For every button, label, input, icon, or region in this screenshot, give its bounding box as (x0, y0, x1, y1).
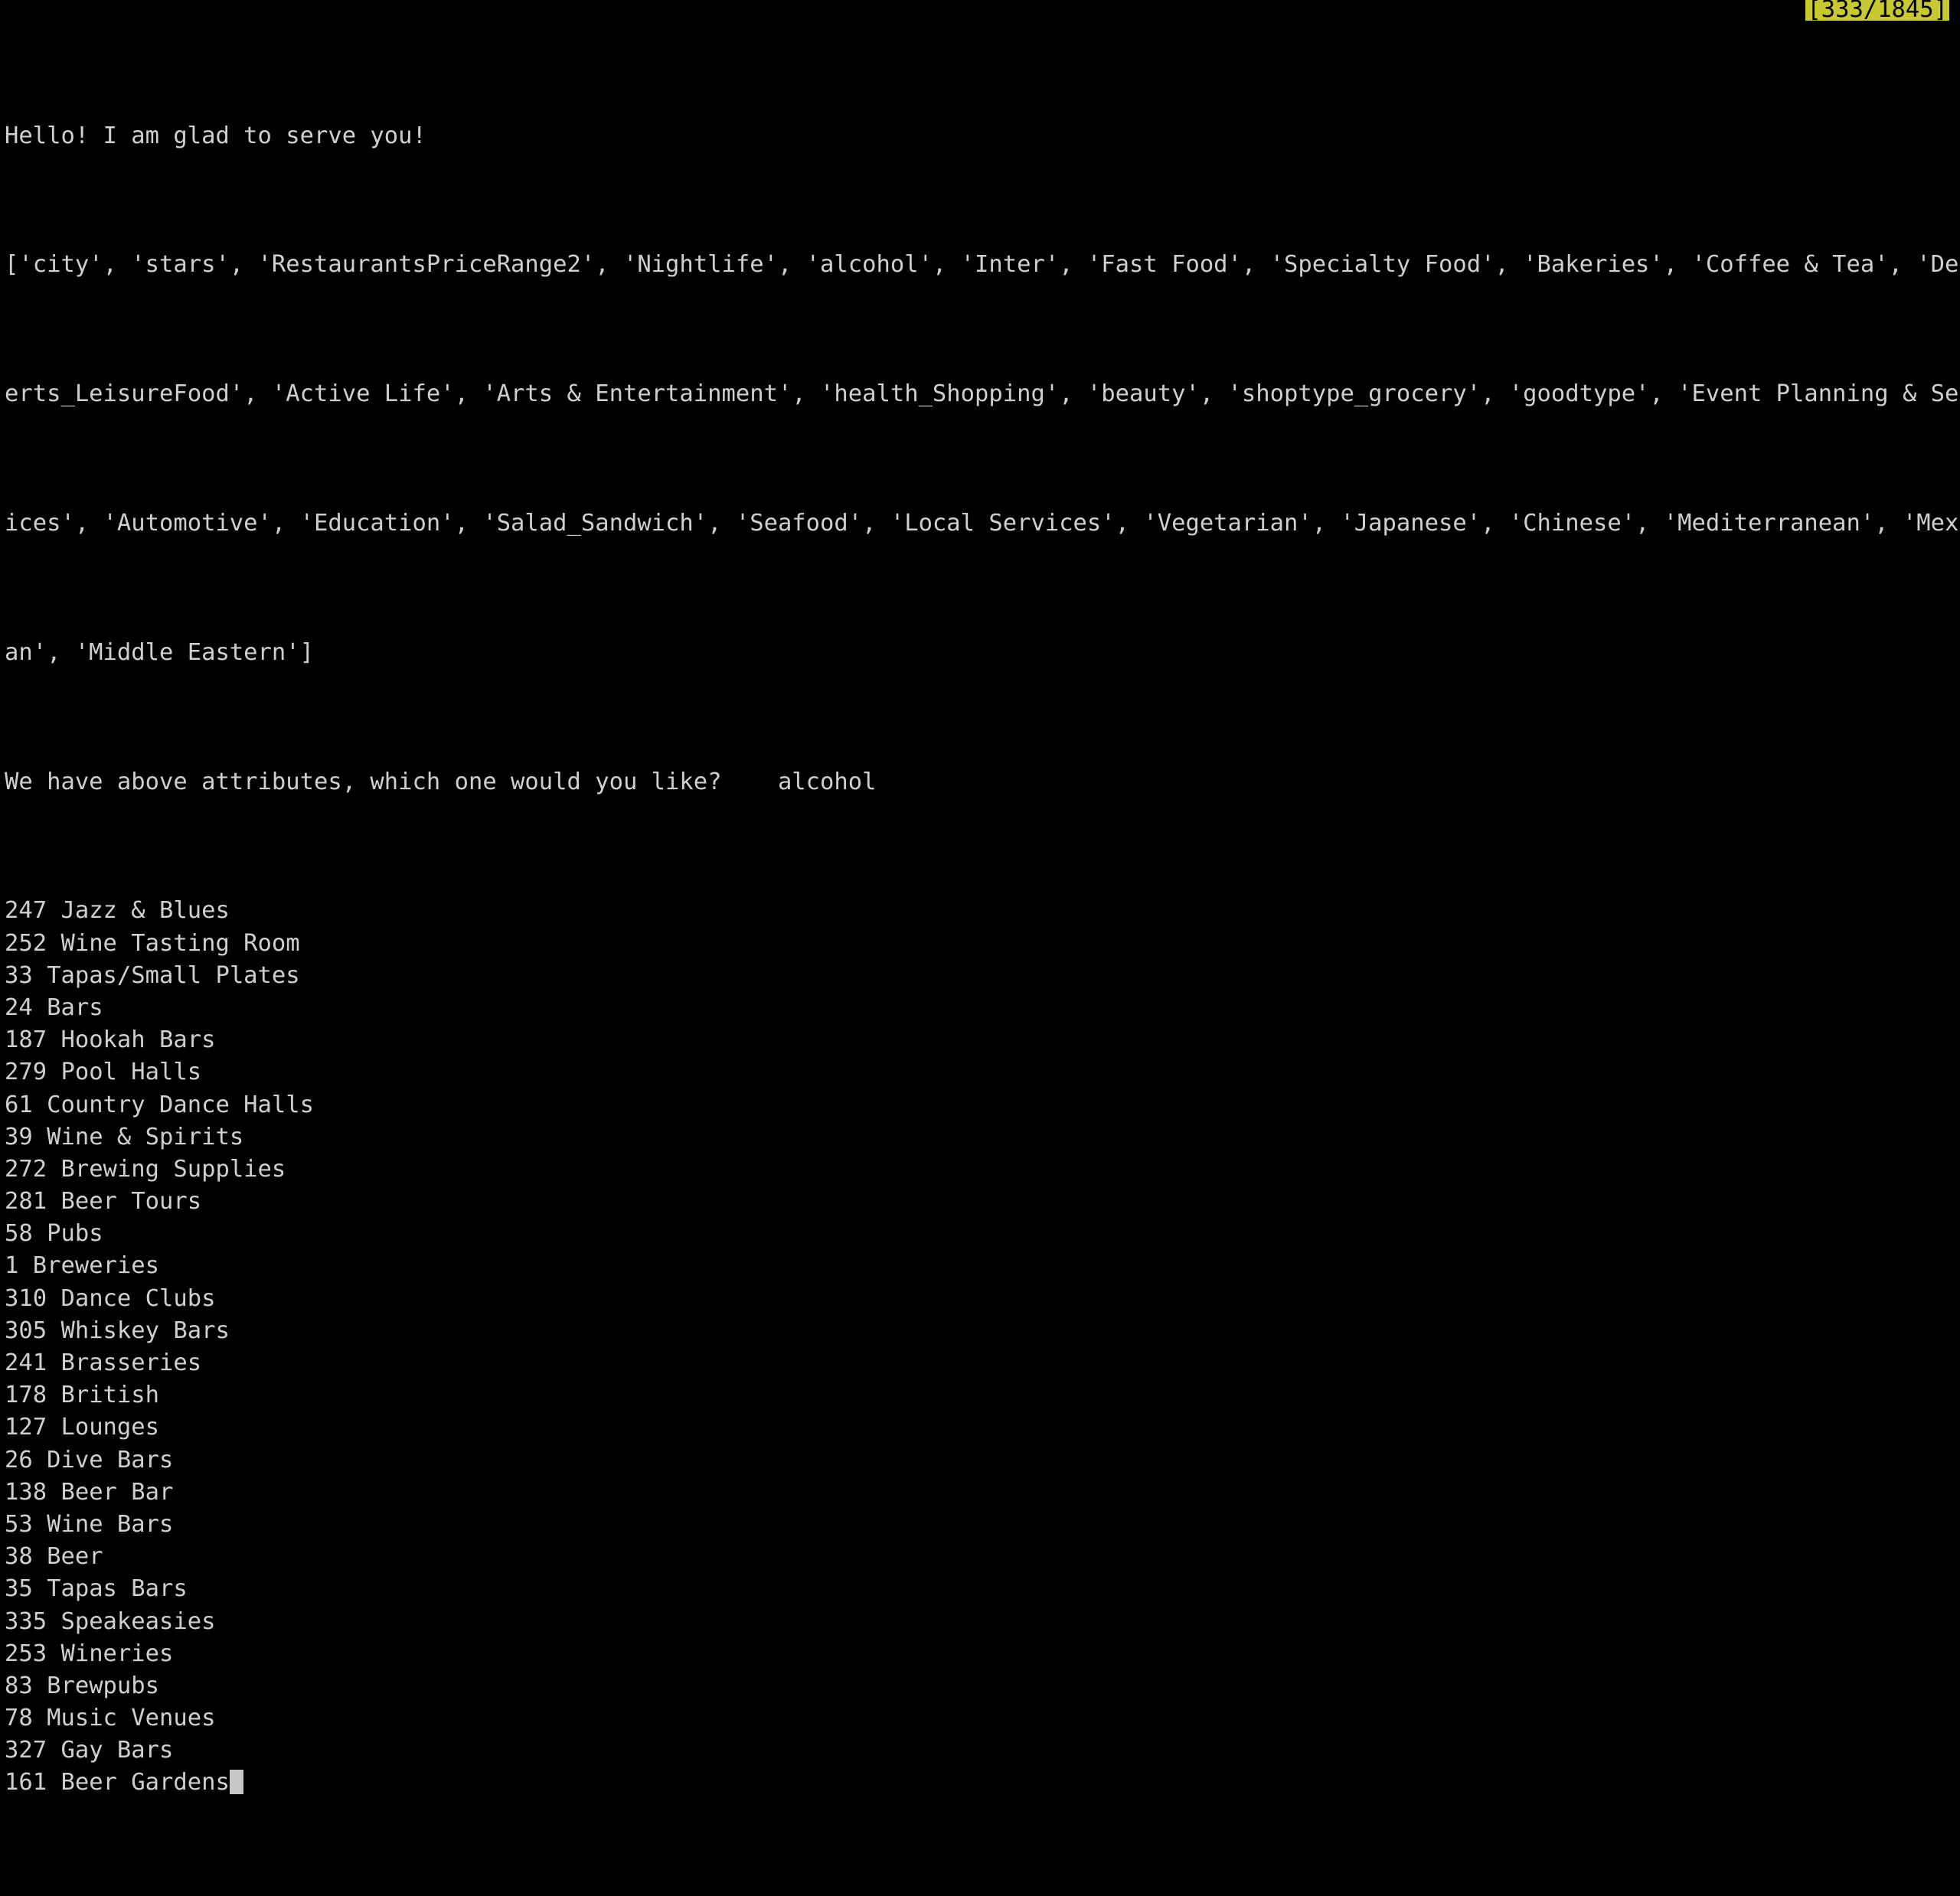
result-row: 281 Beer Tours (5, 1186, 1960, 1218)
result-id: 305 (5, 1317, 47, 1344)
result-name: Dive Bars (47, 1446, 174, 1473)
attribute-list-line-4: an', 'Middle Eastern'] (5, 638, 314, 666)
result-id: 279 (5, 1059, 47, 1086)
attribute-list-line-2: erts_LeisureFood', 'Active Life', 'Arts … (5, 380, 1960, 408)
result-id: 161 (5, 1769, 47, 1796)
result-id: 58 (5, 1220, 33, 1248)
result-row: 26 Dive Bars (5, 1444, 1960, 1477)
greeting-line: Hello! I am glad to serve you! (5, 122, 426, 149)
result-name: Hookah Bars (60, 1026, 216, 1054)
result-row: 272 Brewing Supplies (5, 1154, 1960, 1186)
result-name: Wine & Spirits (47, 1123, 244, 1150)
result-row: 247 Jazz & Blues (5, 895, 1960, 927)
result-row: 38 Beer (5, 1541, 1960, 1573)
result-id: 281 (5, 1188, 47, 1216)
result-row: 39 Wine & Spirits (5, 1121, 1960, 1154)
result-id: 83 (5, 1672, 33, 1699)
result-row: 83 Brewpubs (5, 1670, 1960, 1702)
result-name: Wine Bars (47, 1510, 174, 1538)
result-name: Music Venues (47, 1705, 216, 1732)
result-name: Speakeasies (60, 1607, 216, 1635)
result-name: Beer (47, 1543, 103, 1571)
terminal-screen[interactable]: Hello! I am glad to serve you! ['city', … (5, 23, 1960, 1896)
result-id: 39 (5, 1123, 33, 1150)
result-row: 327 Gay Bars (5, 1734, 1960, 1767)
result-row: 178 British (5, 1379, 1960, 1411)
result-id: 1 (5, 1252, 19, 1280)
result-row: 138 Beer Bar (5, 1477, 1960, 1509)
results-list: 247 Jazz & Blues 252 Wine Tasting Room 33 … (5, 895, 1960, 1799)
result-name: Lounges (60, 1414, 160, 1441)
result-id: 272 (5, 1155, 47, 1183)
result-id: 26 (5, 1446, 33, 1473)
result-name: Beer Gardens (60, 1769, 230, 1796)
result-id: 241 (5, 1349, 47, 1377)
result-name: Wineries (60, 1640, 174, 1667)
result-id: 178 (5, 1382, 47, 1409)
result-id: 61 (5, 1091, 33, 1118)
result-name: Tapas/Small Plates (47, 961, 300, 989)
result-id: 24 (5, 994, 33, 1021)
terminal-window[interactable]: [333/1845] Hello! I am glad to serve you… (0, 0, 1960, 1796)
status-badge: [333/1845] (1805, 0, 1949, 23)
result-row: 310 Dance Clubs (5, 1283, 1960, 1315)
result-id: 310 (5, 1284, 47, 1312)
result-name: Brewing Supplies (60, 1155, 286, 1183)
result-name: Brewpubs (47, 1672, 160, 1699)
attribute-list-line-3: ices', 'Automotive', 'Education', 'Salad… (5, 510, 1960, 537)
result-name: Bars (47, 994, 103, 1021)
result-name: Pubs (47, 1220, 103, 1248)
result-id: 78 (5, 1705, 33, 1732)
result-row: 78 Music Venues (5, 1702, 1960, 1734)
result-name: Dance Clubs (60, 1284, 216, 1312)
result-id: 33 (5, 961, 33, 989)
result-name: Wine Tasting Room (60, 929, 300, 957)
result-id: 327 (5, 1737, 47, 1764)
result-row: 253 Wineries (5, 1638, 1960, 1670)
result-row: 305 Whiskey Bars (5, 1315, 1960, 1347)
result-id: 53 (5, 1510, 33, 1538)
result-row: 335 Speakeasies (5, 1606, 1960, 1638)
result-id: 35 (5, 1575, 33, 1603)
result-name: Tapas Bars (47, 1575, 188, 1603)
result-name: Jazz & Blues (60, 897, 230, 925)
result-name: Pool Halls (60, 1059, 202, 1086)
text-cursor (229, 1770, 244, 1795)
result-id: 127 (5, 1414, 47, 1441)
result-name: Beer Tours (60, 1188, 202, 1216)
result-id: 138 (5, 1478, 47, 1506)
result-name: Whiskey Bars (60, 1317, 230, 1344)
attribute-list-line-1: ['city', 'stars', 'RestaurantsPriceRange… (5, 251, 1960, 279)
result-row: 58 Pubs (5, 1218, 1960, 1250)
result-row: 187 Hookah Bars (5, 1024, 1960, 1056)
result-row: 1 Breweries (5, 1250, 1960, 1282)
result-row: 252 Wine Tasting Room (5, 928, 1960, 960)
result-row: 33 Tapas/Small Plates (5, 960, 1960, 992)
result-name: Brasseries (60, 1349, 202, 1377)
result-name: Gay Bars (60, 1737, 174, 1764)
result-row: 24 Bars (5, 992, 1960, 1024)
result-name: Breweries (32, 1252, 160, 1280)
result-id: 253 (5, 1640, 47, 1667)
result-name: Country Dance Halls (47, 1091, 314, 1118)
result-row: 279 Pool Halls (5, 1056, 1960, 1088)
prompt-line: We have above attributes, which one woul… (5, 768, 877, 795)
result-row: 127 Lounges (5, 1411, 1960, 1444)
result-row: 53 Wine Bars (5, 1509, 1960, 1541)
result-id: 38 (5, 1543, 33, 1571)
result-row: 161 Beer Gardens (5, 1767, 1960, 1799)
result-id: 252 (5, 929, 47, 957)
result-id: 335 (5, 1607, 47, 1635)
result-id: 247 (5, 897, 47, 925)
result-id: 187 (5, 1026, 47, 1054)
result-name: British (60, 1382, 160, 1409)
result-row: 35 Tapas Bars (5, 1573, 1960, 1605)
result-name: Beer Bar (60, 1478, 174, 1506)
result-row: 241 Brasseries (5, 1347, 1960, 1379)
result-row: 61 Country Dance Halls (5, 1089, 1960, 1121)
